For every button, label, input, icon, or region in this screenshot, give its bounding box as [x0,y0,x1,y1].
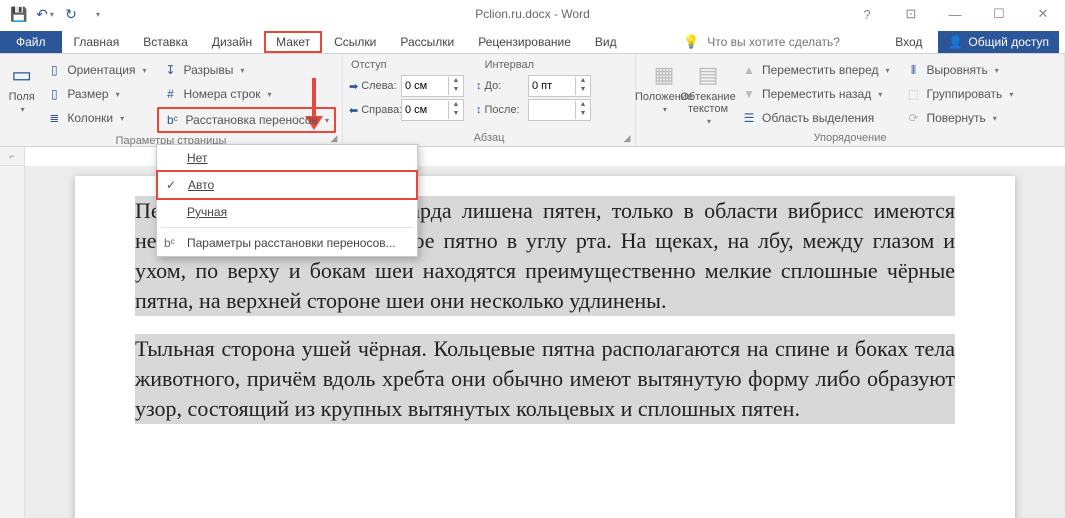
indent-left-icon: ➡ [349,80,358,93]
ribbon-options-button[interactable]: ⊡ [889,0,933,28]
margins-button[interactable]: ▭ Поля ▾ [6,57,37,133]
group-icon: ⬚ [906,87,922,101]
check-icon: ✓ [166,178,176,192]
rotate-button: ⟳Повернуть▾ [901,107,1019,129]
tab-review[interactable]: Рецензирование [466,31,583,53]
maximize-button[interactable]: ☐ [977,0,1021,28]
size-button[interactable]: ▯Размер▾ [41,83,151,105]
spacing-after-input[interactable]: ▲▼ [528,99,591,121]
send-backward-icon: ▼ [741,87,757,101]
columns-button[interactable]: ≣Колонки▾ [41,107,151,129]
selection-pane-button[interactable]: ☰Область выделения [736,107,895,129]
columns-icon: ≣ [46,111,62,125]
breaks-button[interactable]: ↧Разрывы▾ [157,59,336,81]
title-bar: 💾 ↶▾ ↻ ▾ Pclion.ru.docx - Word ? ⊡ — ☐ ✕ [0,0,1065,29]
tab-insert[interactable]: Вставка [131,31,200,53]
spacing-before-icon: ↕ [476,80,482,92]
paragraph-2[interactable]: Тыльная сторона ушей чёрная. Кольцевые п… [135,334,955,424]
line-numbers-button[interactable]: #Номера строк▾ [157,83,336,105]
minimize-button[interactable]: — [933,0,977,28]
line-numbers-icon: # [162,87,178,101]
tab-layout[interactable]: Макет [264,31,322,53]
ribbon-tabs: Файл Главная Вставка Дизайн Макет Ссылки… [0,29,1065,54]
redo-icon[interactable]: ↻ [60,3,82,25]
tab-mailings[interactable]: Рассылки [388,31,466,53]
spacing-after-label: ↕После: [476,104,524,116]
signin-link[interactable]: Вход [885,35,932,49]
vertical-ruler[interactable] [0,166,25,518]
indent-right-input[interactable]: ▲▼ [401,99,464,121]
rotate-icon: ⟳ [906,111,922,125]
ruler-corner: ⌐ [0,147,25,166]
wrap-text-icon: ▤ [698,61,719,89]
indent-right-icon: ⬅ [349,104,358,117]
hyphenation-icon: bᶜ [164,113,180,127]
quick-access-toolbar: 💾 ↶▾ ↻ ▾ [0,3,108,25]
tab-design[interactable]: Дизайн [200,31,264,53]
share-button[interactable]: 👤 Общий доступ [938,31,1059,53]
hyphenation-none[interactable]: Нет [157,145,417,171]
group-paragraph: Отступ Интервал ➡Слева: ▲▼ ↕До: ▲▼ ⬅Спра… [343,54,636,146]
bring-forward-button: ▲Переместить вперед▾ [736,59,895,81]
spacing-before-input[interactable]: ▲▼ [528,75,591,97]
share-label: Общий доступ [968,35,1049,49]
margins-icon: ▭ [11,61,32,89]
indent-left-label: ➡Слева: [349,80,397,93]
spacing-title: Интервал [483,57,534,73]
group-button: ⬚Группировать▾ [901,83,1019,105]
indent-right-label: ⬅Справа: [349,104,397,117]
menu-separator [161,227,413,228]
hyphenation-options[interactable]: bᶜПараметры расстановки переносов... [157,230,417,256]
help-button[interactable]: ? [845,0,889,28]
margins-label: Поля [9,91,35,103]
group-page-setup: ▭ Поля ▾ ▯Ориентация▾ ▯Размер▾ ≣Колонки▾… [0,54,343,146]
ribbon: ▭ Поля ▾ ▯Ориентация▾ ▯Размер▾ ≣Колонки▾… [0,54,1065,147]
hyphenation-menu: Нет ✓Авто Ручная bᶜПараметры расстановки… [156,144,418,257]
hyphenation-options-icon: bᶜ [164,236,175,250]
hyphenation-button[interactable]: bᶜРасстановка переносов▾ [157,107,336,133]
qat-customize-icon[interactable]: ▾ [86,3,108,25]
align-button[interactable]: ⫴Выровнять▾ [901,59,1019,81]
tell-me-icon: 💡 [683,34,699,50]
group-arrange-label: Упорядочение [642,130,1058,146]
spacing-after-icon: ↕ [476,104,482,116]
tab-file[interactable]: Файл [0,31,62,53]
tab-view[interactable]: Вид [583,31,629,53]
align-icon: ⫴ [906,63,922,78]
undo-icon[interactable]: ↶▾ [34,3,56,25]
close-button[interactable]: ✕ [1021,0,1065,28]
tell-me-input[interactable] [705,34,879,50]
size-icon: ▯ [46,87,62,101]
tab-home[interactable]: Главная [62,31,132,53]
window-buttons: ? ⊡ — ☐ ✕ [845,0,1065,28]
orientation-button[interactable]: ▯Ориентация▾ [41,59,151,81]
save-icon[interactable]: 💾 [8,3,30,25]
indent-title: Отступ [349,57,387,73]
breaks-icon: ↧ [162,63,178,77]
orientation-icon: ▯ [46,63,62,77]
indent-left-input[interactable]: ▲▼ [401,75,464,97]
selection-pane-icon: ☰ [741,111,757,125]
hyphenation-manual[interactable]: Ручная [157,199,417,225]
hyphenation-auto[interactable]: ✓Авто [156,170,418,200]
bring-forward-icon: ▲ [741,63,757,77]
tab-references[interactable]: Ссылки [322,31,388,53]
page-setup-dialog-launcher[interactable]: ◢ [328,132,340,144]
group-arrange: ▦ Положение▾ ▤ Обтекание текстом▾ ▲Перем… [636,54,1065,146]
send-backward-button: ▼Переместить назад▾ [736,83,895,105]
paragraph-dialog-launcher[interactable]: ◢ [621,132,633,144]
spacing-before-label: ↕До: [476,80,524,92]
wrap-text-button: ▤ Обтекание текстом▾ [686,57,730,130]
share-icon: 👤 [948,35,963,49]
position-icon: ▦ [654,61,675,89]
